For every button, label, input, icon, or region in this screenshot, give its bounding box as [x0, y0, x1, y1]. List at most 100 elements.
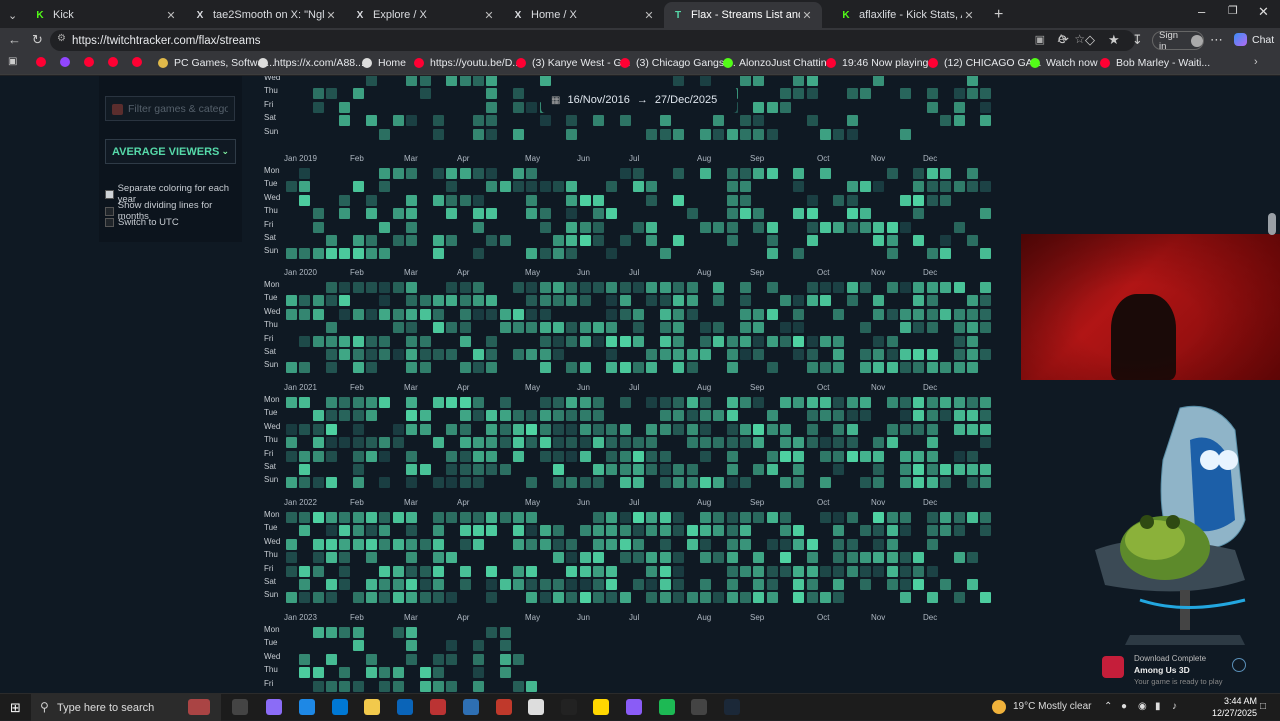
heatmap-cell[interactable]	[486, 308, 498, 320]
heatmap-cell[interactable]	[286, 308, 297, 320]
bookmark-item[interactable]: (12) CHICAGO GA...	[928, 57, 1041, 69]
heatmap-cell[interactable]	[553, 525, 564, 537]
heatmap-cell[interactable]	[779, 335, 791, 347]
heatmap-cell[interactable]	[806, 295, 818, 307]
heatmap-cell[interactable]	[833, 349, 845, 360]
heatmap-cell[interactable]	[432, 235, 444, 246]
heatmap-cell[interactable]	[860, 349, 872, 360]
heatmap-cell[interactable]	[499, 397, 511, 408]
spotify-icon[interactable]	[659, 699, 675, 715]
tab[interactable]: Kaflaxlife - Kick Stats, Analytics and✕	[832, 2, 984, 28]
heatmap-cell[interactable]	[326, 88, 338, 100]
heatmap-cell[interactable]	[299, 248, 311, 260]
heatmap-cell[interactable]	[766, 362, 778, 374]
heatmap-cell[interactable]	[633, 464, 645, 475]
heatmap-cell[interactable]	[526, 248, 538, 260]
heatmap-cell[interactable]	[980, 282, 992, 293]
heatmap-cell[interactable]	[860, 88, 872, 100]
heatmap-cell[interactable]	[926, 181, 938, 193]
heatmap-cell[interactable]	[593, 335, 605, 347]
heatmap-cell[interactable]	[366, 397, 378, 408]
heatmap-cell[interactable]	[512, 653, 524, 665]
heatmap-cell[interactable]	[699, 76, 711, 86]
heatmap-cell[interactable]	[873, 308, 885, 320]
heatmap-cell[interactable]	[326, 512, 338, 523]
heatmap-cell[interactable]	[512, 437, 524, 449]
tab[interactable]: X Home / X ✕	[504, 2, 664, 28]
heatmap-cell[interactable]	[472, 115, 484, 127]
heatmap-cell[interactable]	[820, 335, 831, 347]
heatmap-cell[interactable]	[633, 181, 645, 193]
heatmap-cell[interactable]	[739, 128, 751, 140]
heatmap-cell[interactable]	[566, 450, 578, 462]
heatmap-cell[interactable]	[926, 88, 938, 100]
heatmap-cell[interactable]	[833, 221, 845, 233]
heatmap-cell[interactable]	[472, 653, 484, 665]
heatmap-cell[interactable]	[926, 362, 938, 374]
heatmap-cell[interactable]	[659, 128, 671, 140]
heatmap-cell[interactable]	[713, 437, 725, 449]
heatmap-cell[interactable]	[926, 397, 938, 408]
heatmap-cell[interactable]	[953, 322, 965, 334]
heatmap-cell[interactable]	[673, 362, 685, 374]
heatmap-cell[interactable]	[753, 308, 765, 320]
heatmap-cell[interactable]	[806, 335, 818, 347]
heatmap-cell[interactable]	[886, 282, 898, 293]
heatmap-cell[interactable]	[339, 627, 351, 638]
app-icon[interactable]	[528, 699, 544, 715]
heatmap-cell[interactable]	[339, 335, 351, 347]
heatmap-cell[interactable]	[312, 221, 324, 233]
heatmap-cell[interactable]	[459, 282, 471, 293]
heatmap-cell[interactable]	[432, 538, 444, 550]
heatmap-cell[interactable]	[312, 101, 324, 113]
heatmap-cell[interactable]	[673, 464, 685, 475]
heatmap-cell[interactable]	[379, 349, 391, 360]
heatmap-cell[interactable]	[833, 335, 845, 347]
heatmap-cell[interactable]	[966, 88, 978, 100]
heatmap-cell[interactable]	[392, 168, 404, 179]
heatmap-cell[interactable]	[606, 248, 618, 260]
heatmap-cell[interactable]	[566, 362, 578, 374]
heatmap-cell[interactable]	[312, 335, 324, 347]
extensions-icon[interactable]: ⟳	[1058, 32, 1069, 48]
heatmap-cell[interactable]	[352, 308, 364, 320]
heatmap-cell[interactable]	[392, 512, 404, 523]
heatmap-cell[interactable]	[539, 423, 551, 435]
heatmap-cell[interactable]	[446, 295, 458, 307]
heatmap-cell[interactable]	[873, 221, 885, 233]
heatmap-cell[interactable]	[312, 437, 324, 449]
heatmap-cell[interactable]	[886, 565, 898, 577]
heatmap-cell[interactable]	[646, 450, 658, 462]
heatmap-cell[interactable]	[553, 423, 564, 435]
heatmap-cell[interactable]	[739, 423, 751, 435]
heatmap-cell[interactable]	[526, 565, 538, 577]
heatmap-cell[interactable]	[579, 410, 591, 422]
heatmap-cell[interactable]	[539, 450, 551, 462]
heatmap-cell[interactable]	[606, 208, 618, 220]
heatmap-cell[interactable]	[753, 115, 765, 127]
heatmap-cell[interactable]	[446, 322, 458, 334]
heatmap-cell[interactable]	[673, 477, 685, 489]
heatmap-cell[interactable]	[286, 423, 297, 435]
heatmap-cell[interactable]	[579, 295, 591, 307]
heatmap-cell[interactable]	[619, 512, 631, 523]
heatmap-cell[interactable]	[526, 282, 538, 293]
heatmap-cell[interactable]	[739, 349, 751, 360]
heatmap-cell[interactable]	[806, 115, 818, 127]
heatmap-cell[interactable]	[793, 322, 805, 334]
heatmap-cell[interactable]	[886, 335, 898, 347]
heatmap-cell[interactable]	[980, 525, 992, 537]
heatmap-cell[interactable]	[606, 282, 618, 293]
heatmap-cell[interactable]	[446, 680, 458, 692]
heatmap-cell[interactable]	[846, 208, 858, 220]
heatmap-cell[interactable]	[352, 512, 364, 523]
heatmap-cell[interactable]	[339, 437, 351, 449]
heatmap-cell[interactable]	[392, 349, 404, 360]
heatmap-cell[interactable]	[472, 437, 484, 449]
heatmap-cell[interactable]	[659, 410, 671, 422]
heatmap-cell[interactable]	[806, 221, 818, 233]
heatmap-cell[interactable]	[926, 295, 938, 307]
heatmap-cell[interactable]	[846, 128, 858, 140]
heatmap-cell[interactable]	[512, 101, 524, 113]
heatmap-cell[interactable]	[366, 450, 378, 462]
